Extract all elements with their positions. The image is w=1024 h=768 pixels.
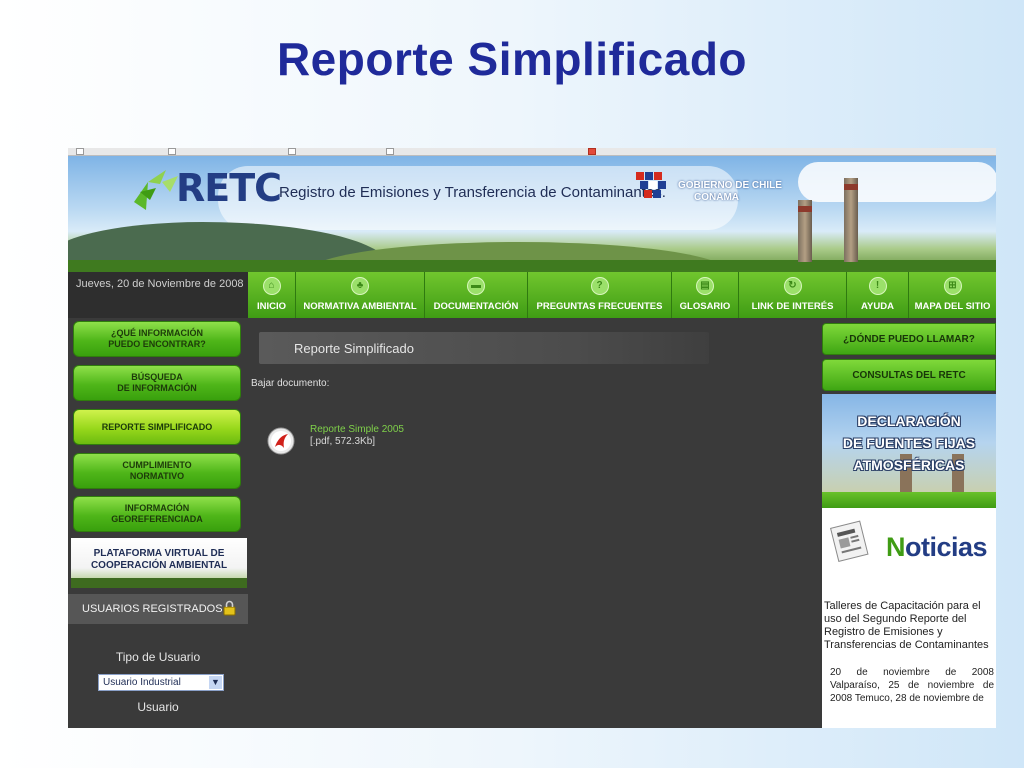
help-icon: ! xyxy=(868,277,887,295)
sitemap-icon: ⊞ xyxy=(943,277,962,295)
nav-item-preguntas[interactable]: ? PREGUNTAS FRECUENTES xyxy=(528,272,672,318)
menu-reporte-simplificado-button[interactable]: REPORTE SIMPLIFICADO xyxy=(73,409,241,445)
book-icon: ▤ xyxy=(696,277,714,295)
consultas-retc-button[interactable]: CONSULTAS DEL RETC xyxy=(822,359,996,391)
menu-georeferenciada-button[interactable]: INFORMACIÓN GEOREFERENCIADA xyxy=(73,496,241,532)
declaracion-fuentes-fijas-banner[interactable]: DECLARACIÓN DE FUENTES FIJAS ATMOSFÉRICA… xyxy=(822,394,996,492)
site-banner: RETC Registro de Emisiones y Transferenc… xyxy=(68,156,996,272)
reporte-simple-2005-link[interactable]: Reporte Simple 2005 xyxy=(310,424,404,435)
menu-que-informacion-button[interactable]: ¿QUÉ INFORMACIÓN PUEDO ENCONTRAR? xyxy=(73,321,241,357)
main-content: Reporte Simplificado Bajar documento: Re… xyxy=(248,318,822,728)
page-heading: Reporte Simplificado xyxy=(259,332,709,364)
left-sidebar: ¿QUÉ INFORMACIÓN PUEDO ENCONTRAR? BÚSQUE… xyxy=(68,318,248,728)
date-bar: Jueves, 20 de Noviembre de 2008 xyxy=(68,272,248,318)
chile-government-logo-icon xyxy=(636,172,666,198)
question-icon: ? xyxy=(590,277,609,295)
plataforma-virtual-banner[interactable]: PLATAFORMA VIRTUAL DE COOPERACIÓN AMBIEN… xyxy=(71,538,247,588)
chevron-down-icon: ▼ xyxy=(209,676,222,689)
nav-item-documentacion[interactable]: ▬ DOCUMENTACIÓN xyxy=(425,272,528,318)
news-item-title[interactable]: Talleres de Capacitación para el uso del… xyxy=(824,600,994,652)
leaf-icon: ♣ xyxy=(351,277,369,295)
chimney-graphic xyxy=(798,200,812,262)
nav-item-ayuda[interactable]: ! AYUDA xyxy=(847,272,909,318)
donde-puedo-llamar-button[interactable]: ¿DÓNDE PUEDO LLAMAR? xyxy=(822,323,996,355)
nav-item-link-interes[interactable]: ↻ LINK DE INTERÉS xyxy=(739,272,847,318)
home-icon: ⌂ xyxy=(262,277,281,295)
main-nav: ⌂ INICIO ♣ NORMATIVA AMBIENTAL ▬ DOCUMEN… xyxy=(248,272,996,318)
newspaper-icon xyxy=(830,520,869,562)
tipo-usuario-label: Tipo de Usuario xyxy=(115,650,201,664)
menu-cumplimiento-button[interactable]: CUMPLIMIENTO NORMATIVO xyxy=(73,453,241,489)
nav-item-normativa[interactable]: ♣ NORMATIVA AMBIENTAL xyxy=(296,272,425,318)
government-label: GOBIERNO DE CHILE CONAMA xyxy=(678,180,782,203)
banner-subtitle: Registro de Emisiones y Transferencia de… xyxy=(279,184,666,201)
right-sidebar: ¿DÓNDE PUEDO LLAMAR? CONSULTAS DEL RETC … xyxy=(822,318,996,728)
nav-item-glosario[interactable]: ▤ GLOSARIO xyxy=(672,272,739,318)
retc-logo-text: RETC xyxy=(176,166,282,210)
usuarios-registrados-header: USUARIOS REGISTRADOS xyxy=(68,594,248,624)
nav-item-mapa-sitio[interactable]: ⊞ MAPA DEL SITIO xyxy=(909,272,996,318)
tipo-usuario-select[interactable]: Usuario Industrial ▼ xyxy=(98,674,224,691)
link-icon: ↻ xyxy=(783,277,802,295)
noticias-title: Noticias xyxy=(886,532,988,562)
pdf-icon[interactable] xyxy=(266,426,296,456)
news-item-body: 20 de noviembre de 2008 Valparaíso, 25 d… xyxy=(830,667,994,704)
usuario-label: Usuario xyxy=(137,700,179,714)
bajar-documento-label: Bajar documento: xyxy=(251,378,330,389)
document-meta: [.pdf, 572.3Kb] xyxy=(310,436,376,447)
menu-busqueda-button[interactable]: BÚSQUEDA DE INFORMACIÓN xyxy=(73,365,241,401)
slide-title: Reporte Simplificado xyxy=(276,33,748,85)
folder-icon: ▬ xyxy=(467,277,485,295)
noticias-panel: Noticias Talleres de Capacitación para e… xyxy=(822,508,996,728)
lock-icon xyxy=(223,600,236,616)
chimney-graphic xyxy=(844,178,858,262)
website-screenshot: RETC Registro de Emisiones y Transferenc… xyxy=(68,148,996,728)
nav-item-inicio[interactable]: ⌂ INICIO xyxy=(248,272,296,318)
browser-toolbar-strip xyxy=(68,148,996,156)
